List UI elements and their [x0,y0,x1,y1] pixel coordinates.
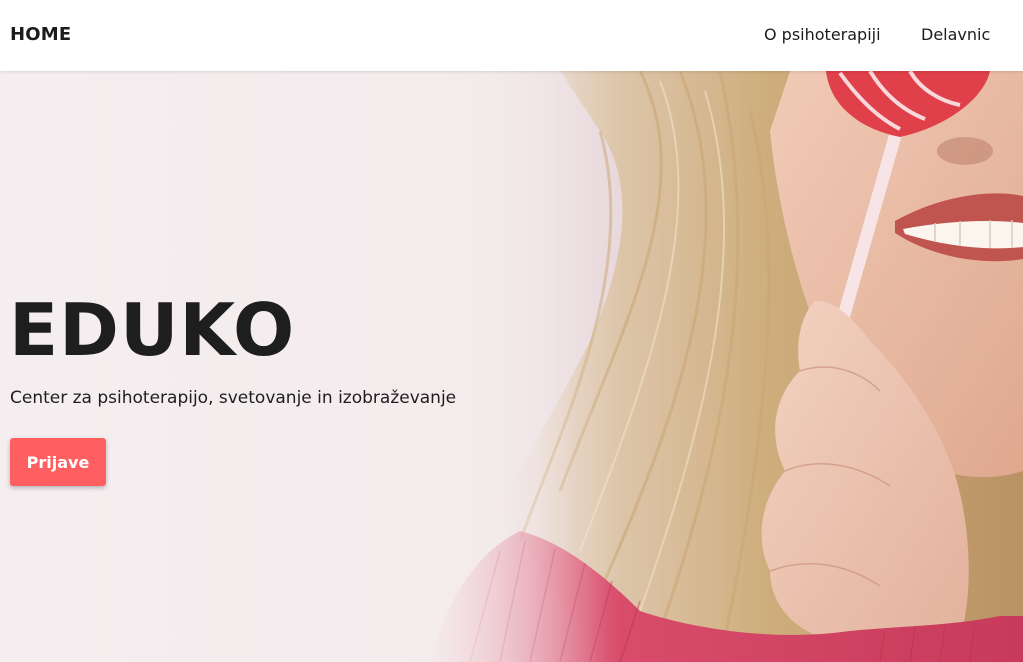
nav-link-o-psihoterapiji[interactable]: O psihoterapiji [764,24,881,46]
navbar: HOME O psihoterapiji Delavnic [0,0,1023,71]
hero-subtitle: Center za psihoterapijo, svetovanje in i… [10,388,457,408]
nav-link-delavnice[interactable]: Delavnic [921,24,990,46]
hero-section: EDUKO Center za psihoterapijo, svetovanj… [0,71,1023,662]
home-link[interactable]: HOME [10,23,71,47]
prijave-button[interactable]: Prijave [10,438,106,486]
page: HOME O psihoterapiji Delavnic EDUKO Cent… [0,0,1023,662]
hero-title: EDUKO [9,288,296,372]
